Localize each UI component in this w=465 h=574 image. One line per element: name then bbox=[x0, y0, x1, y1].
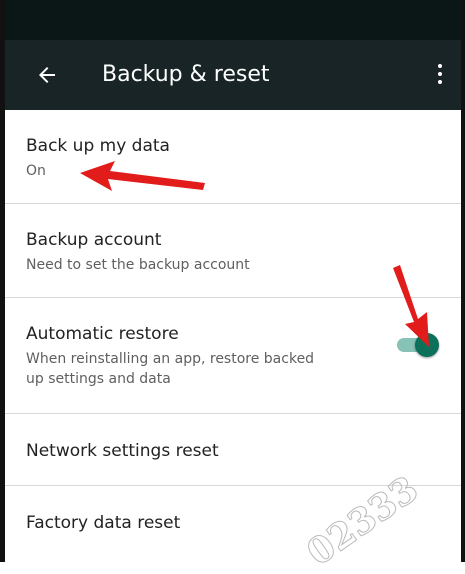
item-summary-line-1: When reinstalling an app, restore backed bbox=[26, 351, 315, 367]
item-summary: On bbox=[26, 163, 46, 179]
item-title: Backup account bbox=[26, 230, 162, 250]
item-summary-line-2: up settings and data bbox=[26, 371, 171, 387]
item-title: Automatic restore bbox=[26, 324, 179, 344]
page-title: Backup & reset bbox=[102, 62, 270, 87]
backup-account-item[interactable]: Backup account Need to set the backup ac… bbox=[5, 204, 461, 298]
back-up-my-data-item[interactable]: Back up my data On bbox=[5, 110, 461, 204]
settings-list: Back up my data On Backup account Need t… bbox=[5, 110, 461, 558]
arrow-back-icon[interactable] bbox=[35, 63, 59, 87]
factory-data-reset-item[interactable]: Factory data reset bbox=[5, 486, 461, 558]
automatic-restore-toggle[interactable] bbox=[397, 333, 439, 357]
toggle-thumb bbox=[415, 333, 439, 357]
more-vert-icon[interactable] bbox=[435, 64, 445, 86]
item-title: Back up my data bbox=[26, 136, 170, 156]
automatic-restore-item[interactable]: Automatic restore When reinstalling an a… bbox=[5, 298, 461, 414]
app-bar: Backup & reset bbox=[5, 40, 461, 110]
item-summary: Need to set the backup account bbox=[26, 257, 250, 273]
item-title: Factory data reset bbox=[26, 513, 181, 533]
network-settings-reset-item[interactable]: Network settings reset bbox=[5, 414, 461, 486]
status-bar bbox=[5, 0, 461, 40]
item-title: Network settings reset bbox=[26, 441, 219, 461]
